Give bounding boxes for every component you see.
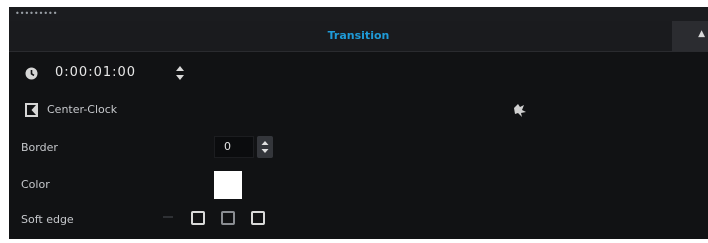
drag-grip-icon[interactable]: ••••••••• — [15, 10, 57, 18]
color-swatch[interactable] — [214, 171, 242, 199]
panel-header: Transition — [9, 21, 708, 52]
color-label: Color — [21, 178, 50, 191]
transition-panel: ••••••••• Transition ▲ 0:00:01:00 Center… — [9, 7, 708, 239]
soft-edge-label: Soft edge — [21, 213, 74, 226]
transition-effect-name: Center-Clock — [47, 103, 118, 116]
border-label: Border — [21, 141, 58, 154]
soft-edge-none-button[interactable] — [191, 211, 205, 225]
transition-effect-icon — [25, 103, 38, 117]
border-width-value: 0 — [224, 140, 231, 153]
soft-edge-high-button[interactable] — [251, 211, 265, 225]
border-spinner[interactable] — [257, 136, 273, 158]
soft-edge-medium-button[interactable] — [221, 211, 235, 225]
spinner-arrows-icon — [261, 141, 269, 153]
scrollbar[interactable]: ▲ — [672, 21, 708, 51]
scroll-up-icon[interactable]: ▲ — [698, 29, 705, 39]
timecode-spinner-icon[interactable] — [175, 65, 185, 81]
customize-effect-icon[interactable] — [512, 102, 528, 118]
clock-icon — [25, 67, 38, 80]
panel-title: Transition — [327, 29, 390, 42]
border-width-input[interactable]: 0 — [214, 136, 254, 158]
panel-titlebar[interactable]: ••••••••• — [9, 7, 708, 21]
soft-edge-track — [163, 216, 173, 218]
duration-timecode-input[interactable]: 0:00:01:00 — [55, 65, 136, 80]
